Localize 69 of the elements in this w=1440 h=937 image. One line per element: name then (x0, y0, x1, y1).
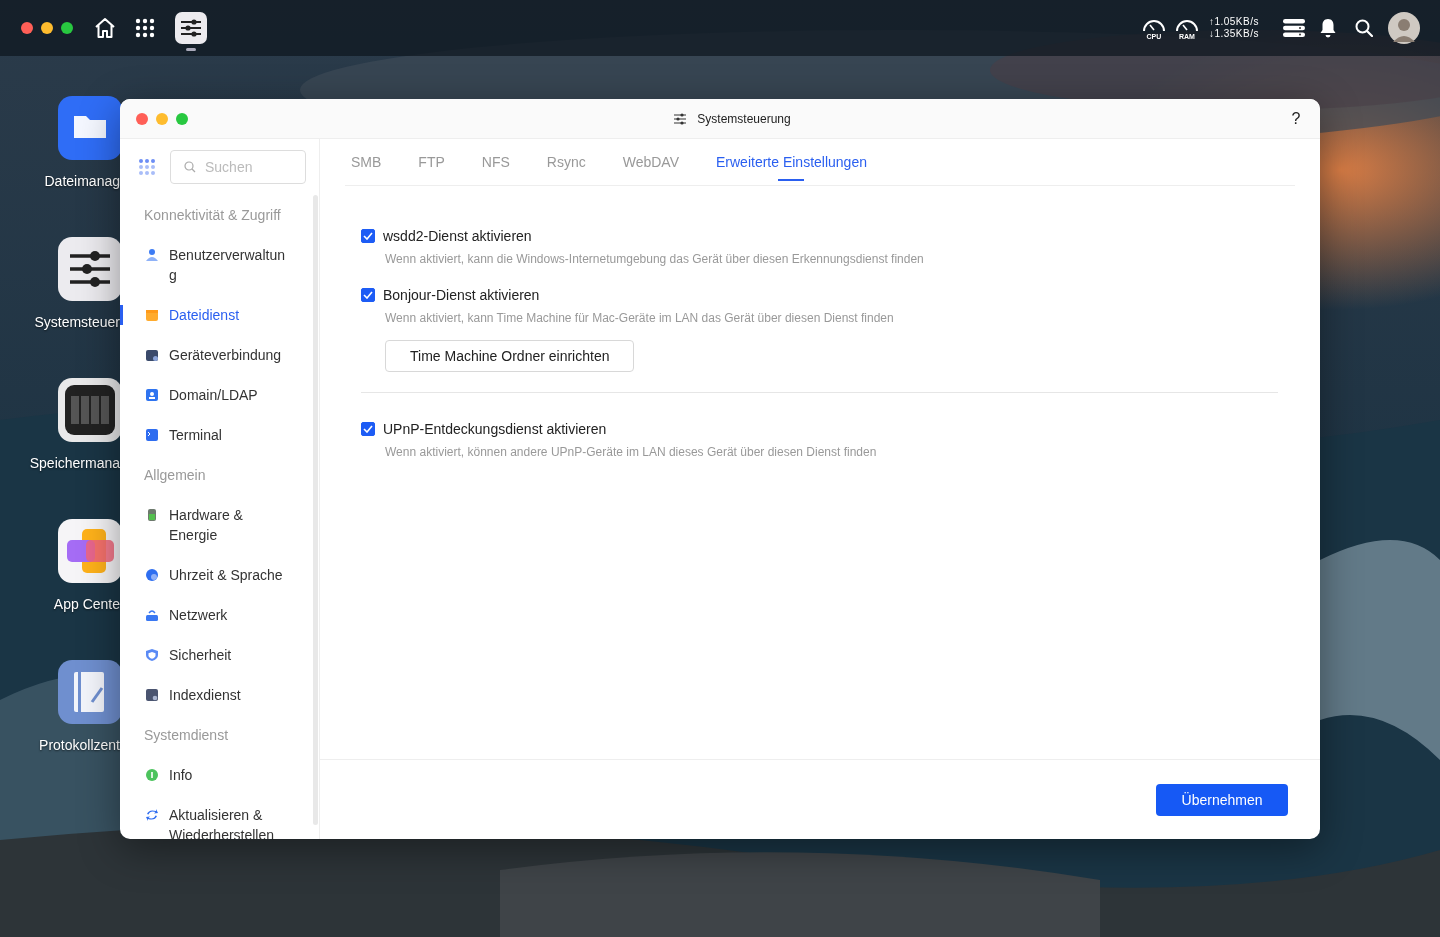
shield-icon (145, 648, 159, 662)
apps-grid-icon[interactable] (135, 18, 155, 38)
sidebar-item[interactable]: Sicherheit (120, 635, 309, 675)
bell-icon[interactable] (1319, 18, 1337, 38)
checkbox[interactable] (361, 422, 375, 436)
server-icon[interactable] (1283, 19, 1305, 37)
app-label[interactable]: Speichermana (29, 455, 120, 471)
avatar-icon[interactable] (1388, 12, 1420, 44)
monitor-icon (145, 348, 159, 362)
tab[interactable]: Erweiterte Einstellungen (710, 153, 873, 185)
help-button[interactable]: ? (1286, 109, 1306, 128)
sliders-icon[interactable] (180, 19, 202, 37)
maximize-button[interactable] (61, 22, 73, 34)
sidebar-item[interactable]: Indexdienst (120, 675, 309, 715)
close-button[interactable] (136, 112, 148, 125)
sidebar-section-title: Konnektivität & Zugriff (143, 206, 282, 225)
sidebar-item[interactable]: Netzwerk (120, 595, 309, 635)
id-card-icon (145, 388, 159, 402)
sidebar-item[interactable]: Dateidienst (120, 295, 309, 335)
router-icon (145, 608, 159, 622)
sidebar-item[interactable]: Info (120, 755, 309, 795)
setup-button[interactable]: Time Machine Ordner einrichten (385, 340, 635, 372)
upload-speed: ↑1.05KB/s (1208, 16, 1259, 28)
download-speed: ↓1.35KB/s (1208, 28, 1259, 40)
terminal-icon (145, 428, 159, 442)
checkbox[interactable] (361, 288, 375, 302)
folder-icon (145, 308, 159, 322)
app-label[interactable]: App Cente (53, 596, 120, 612)
sidebar-item[interactable]: Geräteverbindung (120, 335, 309, 375)
battery-icon (145, 508, 159, 522)
user-icon (145, 248, 159, 262)
sliders-icon[interactable] (58, 237, 122, 301)
sidebar-section-title: Systemdienst (143, 726, 230, 745)
app-label[interactable]: Dateimanag (44, 173, 120, 189)
globe-icon (145, 568, 159, 582)
sidebar-section-title: Allgemein (143, 466, 207, 485)
sidebar-item[interactable]: Uhrzeit & Sprache (120, 555, 309, 595)
app-label[interactable]: Protokollzent (39, 737, 120, 753)
sidebar-item[interactable]: Terminal (120, 415, 309, 455)
search-icon (184, 161, 196, 173)
notebook-icon[interactable] (58, 660, 122, 724)
minimize-button[interactable] (41, 22, 53, 34)
home-icon[interactable] (93, 16, 117, 40)
checkbox-label[interactable]: UPnP-Entdeckungsdienst aktivieren (383, 420, 607, 438)
apply-button[interactable]: Übernehmen (1156, 783, 1288, 816)
option-description: Wenn aktiviert, kann die Windows-Internetumgebung das Gerät über diesen Erkennungsdienst finden (385, 252, 925, 266)
app-label[interactable]: Systemsteuer (34, 314, 120, 330)
sidebar-item[interactable]: Benutzerverwaltung (120, 235, 309, 295)
checkbox-label[interactable]: Bonjour-Dienst aktivieren (383, 286, 540, 304)
folder-icon[interactable] (58, 96, 122, 160)
database-icon (145, 688, 159, 702)
drive-bays-icon[interactable] (58, 378, 122, 442)
close-button[interactable] (21, 22, 33, 34)
checkbox[interactable] (361, 229, 375, 243)
window-title: Systemsteuerung (697, 111, 791, 126)
option-description: Wenn aktiviert, können andere UPnP-Geräte im LAN dieses Gerät über diesen Dienst finden (385, 445, 878, 459)
option-description: Wenn aktiviert, kann Time Machine für Mac-Geräte im LAN das Gerät über diesen Dienst finden (385, 311, 895, 325)
search-icon[interactable] (1355, 19, 1373, 37)
active-indicator (186, 48, 196, 51)
checkbox-label[interactable]: wsdd2-Dienst aktivieren (383, 227, 532, 245)
sliders-icon (673, 112, 688, 125)
search-field[interactable]: Suchen (170, 150, 306, 184)
overlapping-squares-icon[interactable] (58, 519, 122, 583)
sidebar-item[interactable]: Hardware & Energie (120, 495, 309, 555)
info-icon (145, 768, 159, 782)
sync-icon (145, 808, 159, 822)
selection-bar (120, 305, 123, 325)
tab-underline (778, 179, 805, 181)
sidebar-item[interactable]: Domain/LDAP (120, 375, 309, 415)
